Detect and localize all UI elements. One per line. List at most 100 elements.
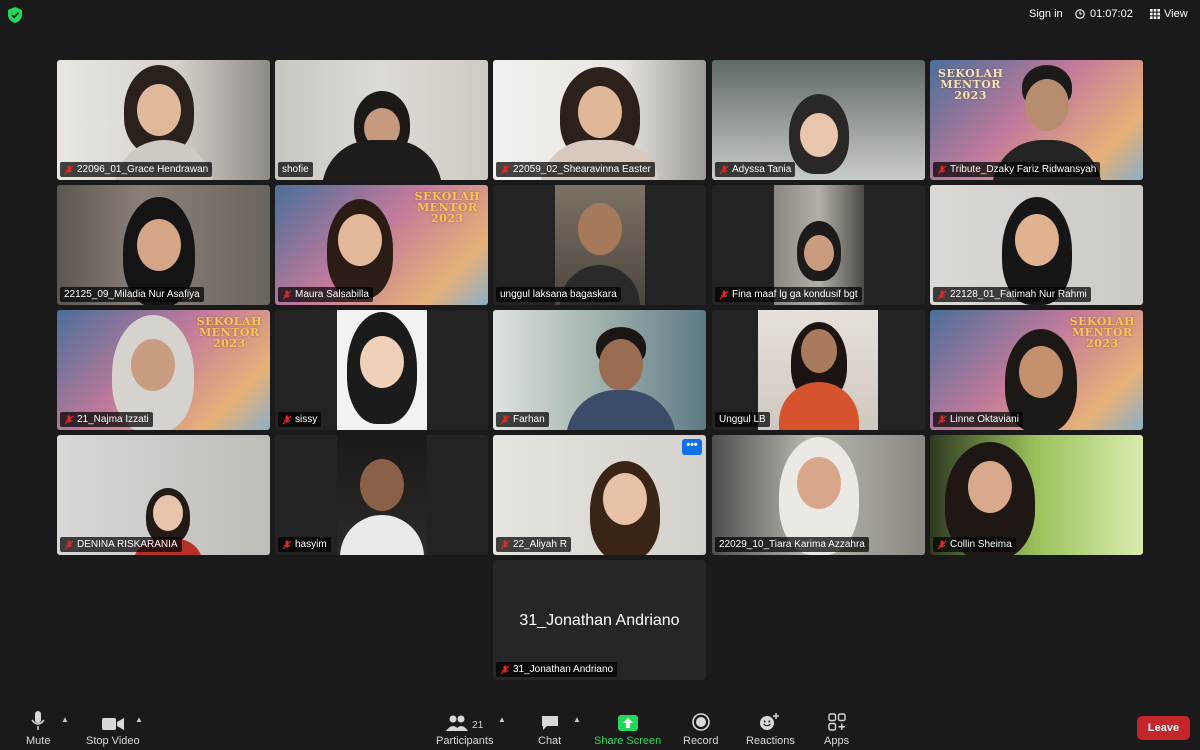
video-tile[interactable]: unggul laksana bagaskara (493, 185, 706, 305)
video-tile[interactable]: 22128_01_Fatimah Nur Rahmi (930, 185, 1143, 305)
participant-name-label: Collin Sheima (933, 537, 1016, 552)
participants-options-caret[interactable]: ▲ (498, 715, 506, 724)
face (338, 213, 383, 266)
participant-name-label: 22096_01_Grace Hendrawan (60, 162, 213, 177)
video-tile[interactable]: SEKOLAH MENTOR 2023 21_Najma Izzati (57, 310, 270, 430)
participant-name: hasyim (295, 539, 327, 550)
participant-name-label: 21_Najma Izzati (60, 412, 153, 427)
participant-name-label: Maura Salsabilla (278, 287, 373, 302)
microphone-icon (31, 711, 45, 730)
video-tile-active-speaker[interactable]: shofie (275, 60, 488, 180)
banner-line-3: 2023 (213, 337, 246, 350)
record-label: Record (683, 735, 719, 747)
sekolah-mentor-banner: SEKOLAH MENTOR 2023 (1070, 316, 1135, 349)
reactions-button[interactable]: Reactions (746, 711, 795, 747)
participants-label: Participants (436, 735, 494, 747)
video-tile[interactable]: Unggul LB (712, 310, 925, 430)
face (796, 456, 841, 509)
face (577, 86, 622, 139)
muted-mic-icon (282, 415, 292, 424)
banner-line-3: 2023 (954, 89, 987, 102)
mute-options-caret[interactable]: ▲ (61, 715, 69, 724)
participant-name-label: Adyssa Tania (715, 162, 796, 177)
meeting-timer: 01:07:02 (1075, 8, 1133, 20)
participant-name-label: unggul laksana bagaskara (496, 287, 621, 302)
face (359, 336, 404, 389)
participant-name-label: hasyim (278, 537, 331, 552)
participant-name: 22096_01_Grace Hendrawan (77, 164, 209, 175)
face (1025, 79, 1070, 132)
video-tile[interactable]: Farhan (493, 310, 706, 430)
sekolah-mentor-banner: SEKOLAH MENTOR 2023 (415, 191, 480, 224)
video-tile[interactable]: ••• 22_Aliyah R (493, 435, 706, 555)
face (359, 459, 404, 511)
video-tile[interactable]: SEKOLAH MENTOR 2023 Linne Oktaviani (930, 310, 1143, 430)
face (1018, 346, 1063, 398)
sekolah-mentor-banner: SEKOLAH MENTOR 2023 (197, 316, 262, 349)
leave-meeting-button[interactable]: Leave (1137, 716, 1190, 740)
share-screen-label: Share Screen (594, 735, 662, 747)
muted-mic-icon (937, 290, 947, 299)
participant-name-label: Tribute_Dzaky Fariz Ridwansyah (933, 162, 1101, 177)
apps-icon (827, 713, 846, 731)
face (799, 112, 838, 157)
share-screen-button[interactable]: Share Screen (594, 711, 661, 747)
muted-mic-icon (500, 415, 510, 424)
more-options-button[interactable]: ••• (682, 439, 702, 455)
video-tile[interactable]: sissy (275, 310, 488, 430)
chat-options-caret[interactable]: ▲ (573, 715, 581, 724)
video-camera-icon (101, 718, 124, 730)
participants-button[interactable]: 21 Participants (436, 711, 493, 747)
participant-name: 21_Najma Izzati (77, 414, 149, 425)
participant-name: 22029_10_Tiara Karima Azzahra (719, 539, 865, 550)
muted-mic-icon (500, 165, 510, 174)
muted-mic-icon (500, 665, 510, 674)
meeting-controls-toolbar: Mute ▲ Stop Video ▲ 21 Participants ▲ Ch… (0, 705, 1200, 750)
mute-label: Mute (26, 735, 51, 747)
video-tile[interactable]: 22059_02_Shearavinna Easter (493, 60, 706, 180)
muted-mic-icon (64, 540, 74, 549)
participant-name-label: Farhan (496, 412, 549, 427)
record-icon (691, 713, 710, 731)
video-options-caret[interactable]: ▲ (135, 715, 143, 724)
participant-name: Collin Sheima (950, 539, 1012, 550)
participant-name: shofie (282, 164, 309, 175)
video-tile[interactable]: Fina maaf lg ga kondusif bgt (712, 185, 925, 305)
video-tile[interactable]: SEKOLAH MENTOR 2023 Tribute_Dzaky Fariz … (930, 60, 1143, 180)
video-tile[interactable]: DENINA RISKARANIA (57, 435, 270, 555)
reactions-label: Reactions (746, 735, 795, 747)
video-tile-camera-off[interactable]: 31_Jonathan Andriano 31_Jonathan Andrian… (493, 560, 706, 680)
participant-name-label: 22029_10_Tiara Karima Azzahra (715, 537, 869, 552)
security-shield-icon[interactable] (8, 7, 22, 23)
mute-button[interactable]: Mute (26, 711, 50, 747)
muted-mic-icon (719, 290, 729, 299)
record-button[interactable]: Record (683, 711, 718, 747)
video-tile[interactable]: 22029_10_Tiara Karima Azzahra (712, 435, 925, 555)
apps-button[interactable]: Apps (824, 711, 849, 747)
participant-display-name: 31_Jonathan Andriano (519, 612, 680, 629)
participant-name: sissy (295, 414, 318, 425)
view-label: View (1164, 8, 1188, 20)
sekolah-mentor-banner: SEKOLAH MENTOR 2023 (938, 68, 1003, 101)
banner-line-3: 2023 (431, 212, 464, 225)
participant-name: 22128_01_Fatimah Nur Rahmi (950, 289, 1087, 300)
view-button[interactable]: View (1150, 8, 1188, 20)
participant-name: Unggul LB (719, 414, 766, 425)
face (800, 329, 837, 374)
video-tile[interactable]: Adyssa Tania (712, 60, 925, 180)
clock-icon (1075, 9, 1085, 19)
video-tile[interactable]: 22096_01_Grace Hendrawan (57, 60, 270, 180)
participant-name: Maura Salsabilla (295, 289, 369, 300)
face (1014, 213, 1059, 266)
video-tile[interactable]: Collin Sheima (930, 435, 1143, 555)
video-tile[interactable]: hasyim (275, 435, 488, 555)
timer-text: 01:07:02 (1090, 8, 1133, 20)
participant-name: 22059_02_Shearavinna Easter (513, 164, 651, 175)
chat-button[interactable]: Chat (538, 711, 561, 747)
video-tile[interactable]: SEKOLAH MENTOR 2023 Maura Salsabilla (275, 185, 488, 305)
chat-bubble-icon (541, 716, 558, 730)
sign-in-link[interactable]: Sign in (1029, 8, 1063, 20)
stop-video-button[interactable]: Stop Video (86, 711, 140, 747)
participant-name: 31_Jonathan Andriano (513, 664, 614, 675)
video-tile[interactable]: 22125_09_Miladia Nur Asafiya (57, 185, 270, 305)
